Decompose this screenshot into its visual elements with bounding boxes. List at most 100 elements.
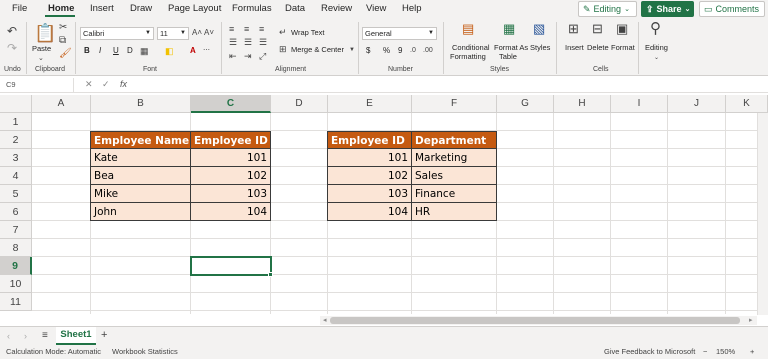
active-cell-c9[interactable] [190,256,272,276]
table2-cell[interactable]: 104 [327,203,412,221]
workbook-statistics[interactable]: Workbook Statistics [112,347,178,356]
align-left-icon[interactable]: ☰ [229,37,237,47]
number-format-select[interactable]: General ▼ [362,27,437,40]
row-header-11[interactable]: 11 [0,293,32,311]
insert-cells-icon[interactable]: ⊞ [568,22,579,35]
enter-icon[interactable]: ✓ [102,79,110,90]
decrease-indent-icon[interactable]: ⇤ [229,51,237,61]
align-middle-icon[interactable]: ≡ [244,24,249,34]
align-center-icon[interactable]: ☰ [244,37,252,47]
fill-color-icon[interactable]: ◧ [165,46,174,56]
menu-formulas[interactable]: Formulas [232,3,272,14]
chevron-down-icon[interactable]: ▼ [349,45,355,55]
cut-icon[interactable]: ✂ [59,23,67,33]
format-cells-icon[interactable]: ▣ [616,22,628,35]
table2-cell[interactable]: Marketing [412,149,497,167]
table2-cell[interactable]: HR [412,203,497,221]
orientation-icon[interactable]: ⤢ [259,51,266,61]
underline-button[interactable]: U [113,46,119,55]
column-header-h[interactable]: H [554,95,611,113]
decrease-font-icon[interactable]: A˅ [204,28,214,38]
zoom-level[interactable]: 150% [716,347,735,356]
table1-header-employee-id[interactable]: Employee ID [191,131,271,149]
undo-icon[interactable]: ↶ [7,25,17,37]
clipboard-icon[interactable]: 📋 [34,24,56,42]
menu-help[interactable]: Help [402,3,422,14]
table2-header-department[interactable]: Department [412,131,497,149]
vertical-scrollbar[interactable] [757,113,768,315]
column-header-g[interactable]: G [497,95,554,113]
cancel-icon[interactable]: ✕ [85,79,93,90]
editing-group-button[interactable]: Editing [645,43,668,52]
italic-button[interactable]: I [99,46,101,55]
scroll-left-icon[interactable]: ◂ [323,316,327,326]
fill-handle[interactable] [268,272,273,277]
column-header-i[interactable]: I [611,95,668,113]
next-sheet-icon[interactable]: › [24,331,27,341]
table1-cell[interactable]: Kate [90,149,191,167]
row-header-1[interactable]: 1 [0,113,32,131]
table2-header-employee-id[interactable]: Employee ID [327,131,412,149]
format-painter-icon[interactable]: 🖌 [59,49,72,59]
table1-cell[interactable]: 104 [191,203,271,221]
format-as-table-button-line2[interactable]: Table [499,52,517,61]
cell-styles-button[interactable]: Styles [530,43,550,52]
conditional-formatting-button[interactable]: Conditional [452,43,490,52]
currency-button[interactable]: $ [366,46,370,55]
bold-button[interactable]: B [84,46,90,55]
paste-button-label[interactable]: Paste [32,44,51,53]
percent-button[interactable]: % [383,46,390,55]
menu-page-layout[interactable]: Page Layout [168,3,221,14]
copy-icon[interactable]: ⧉ [59,36,66,46]
row-header-3[interactable]: 3 [0,149,32,167]
align-right-icon[interactable]: ☰ [259,37,267,47]
row-header-9[interactable]: 9 [0,257,32,275]
table1-cell[interactable]: Mike [90,185,191,203]
share-button[interactable]: ⇪ Share ⌄ [641,1,694,17]
wrap-text-icon[interactable]: ↵ [279,27,287,37]
table2-cell[interactable]: 102 [327,167,412,185]
align-bottom-icon[interactable]: ≡ [259,24,264,34]
merge-icon[interactable]: ⊞ [279,44,287,54]
format-cells-button[interactable]: Format [611,43,635,52]
double-underline-button[interactable]: D [127,46,133,55]
redo-icon[interactable]: ↷ [7,42,17,54]
table2-cell[interactable]: 103 [327,185,412,203]
menu-view[interactable]: View [366,3,386,14]
wrap-text-button[interactable]: Wrap Text [291,28,325,37]
decrease-decimal-icon[interactable]: .00 [423,46,433,56]
table1-cell[interactable]: 102 [191,167,271,185]
select-all-corner[interactable] [0,95,32,113]
table2-cell[interactable]: Finance [412,185,497,203]
more-icon[interactable]: ⋯ [203,46,210,56]
column-header-k[interactable]: K [726,95,768,113]
sheet-tab-sheet1[interactable]: Sheet1 [56,327,96,345]
align-top-icon[interactable]: ≡ [229,24,234,34]
delete-cells-icon[interactable]: ⊟ [592,22,603,35]
row-header-2[interactable]: 2 [0,131,32,149]
chevron-down-icon[interactable]: ⌄ [38,54,44,64]
table1-cell[interactable]: Bea [90,167,191,185]
row-header-10[interactable]: 10 [0,275,32,293]
table1-header-employee-name[interactable]: Employee Name [90,131,191,149]
column-header-a[interactable]: A [32,95,91,113]
chevron-down-icon[interactable]: ⌄ [654,53,659,63]
comments-button[interactable]: ▭ Comments [699,1,765,17]
font-name-select[interactable]: Calibri ▼ [80,27,154,40]
menu-home[interactable]: Home [48,3,74,14]
give-feedback-link[interactable]: Give Feedback to Microsoft [604,347,695,356]
horizontal-scrollbar-thumb[interactable] [330,317,740,324]
format-as-table-icon[interactable]: ▦ [503,22,515,35]
table2-cell[interactable]: Sales [412,167,497,185]
insert-function-button[interactable]: fx [120,79,127,89]
increase-font-icon[interactable]: A˄ [192,28,202,38]
comma-style-button[interactable]: 9 [398,46,402,55]
table1-cell[interactable]: 101 [191,149,271,167]
zoom-in-icon[interactable]: + [750,347,754,356]
search-icon[interactable]: ⚲ [650,21,661,36]
conditional-formatting-icon[interactable]: ▤ [462,22,474,35]
name-box[interactable]: C9 [0,78,74,92]
row-header-4[interactable]: 4 [0,167,32,185]
conditional-formatting-button-line2[interactable]: Formatting [450,52,486,61]
column-header-c[interactable]: C [191,95,271,113]
